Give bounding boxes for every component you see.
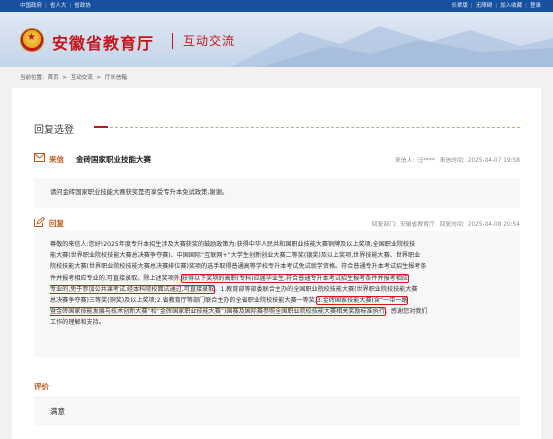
breadcrumb: 当前位置: 首页 > 互动交流 > 厅长信箱	[20, 73, 129, 81]
highlighted-text: 3.金砖国家技能大赛(含“一带一路	[315, 296, 409, 306]
breadcrumb-mailbox[interactable]: 厅长信箱	[105, 75, 127, 81]
top-right-links: 长辈版 | 无障碍 | 加入收藏 | 登录	[451, 3, 541, 9]
top-utility-bar: 中国政府 | 省人大 | 省政协 长辈版 | 无障碍 | 加入收藏 | 登录	[0, 0, 553, 12]
evaluation-value: 满意	[34, 396, 520, 426]
breadcrumb-home[interactable]: 首页	[48, 75, 59, 81]
letter-time-label: 来信时间:	[439, 158, 465, 164]
section-accent	[94, 126, 108, 128]
breadcrumb-sep: >	[96, 75, 102, 81]
breadcrumb-sep: >	[62, 75, 67, 81]
sender-name: 汪****	[417, 158, 435, 164]
evaluation-title: 评价	[34, 382, 49, 391]
reply-time-label: 回复时间:	[439, 222, 465, 228]
reply-header: 回复 回复部门: 安徽省教育厅 回复时间: 2025-04-08 20:54	[34, 216, 520, 230]
reply-tag: 回复	[49, 219, 64, 228]
sender-label: 来信人:	[394, 158, 415, 164]
breadcrumb-label: 当前位置:	[20, 75, 44, 81]
letter-subject: 金砖国家职业技能大赛	[76, 155, 151, 164]
reply-meta: 回复部门: 安徽省教育厅 回复时间: 2025-04-08 20:54	[369, 219, 520, 228]
reply-text: 尊敬的来信人:您好!2025年度专升本招生涉及大赛获奖的鼓励政策为:获得中华人民…	[50, 241, 416, 248]
reply-line: 专业的,免于参加公共课考试,经本科院校面试通过,可直接录取。1.教育部等部委联合…	[50, 284, 514, 295]
reply-text: 件并报考相应专业的,可直接录取。除上述奖项外,	[50, 274, 182, 282]
reply-text: 院校技能大赛(世界职业院校技能大赛总决赛排位赛)奖项的选手取得普通高等学校专升本…	[50, 263, 427, 271]
top-link-cppcc[interactable]: 省政协	[74, 3, 91, 9]
reply-line: 件并报考相应专业的,可直接录取。除上述奖项外,获得以下奖项的高职(专科)应届毕业…	[50, 273, 514, 284]
reply-line: 暨金砖国家技能发展与技术创新大赛”和“金砖国家职业技能大赛”)国赛及国际赛参照全…	[50, 306, 514, 317]
reply-dept: 安徽省教育厅	[399, 222, 435, 228]
letter-meta: 来信人: 汪**** 来信时间: 2025-04-07 19:58	[392, 155, 520, 164]
section-title: 回复选登	[34, 125, 74, 136]
reply-line: 能大赛(世界职业院校技能大赛总决赛争夺赛)、中国国际“互联网+”大学生创新创业大…	[50, 250, 514, 261]
login-link[interactable]: 登录	[530, 3, 541, 9]
reply-text: 能大赛(世界职业院校技能大赛总决赛争夺赛)、中国国际“互联网+”大学生创新创业大…	[50, 252, 421, 260]
highlighted-text: 获得以下奖项的高职(专科)应届毕业生,符合普通专升本考试招生报考条件并报考相应	[180, 273, 409, 283]
reply-text: 。感谢您对我们	[384, 308, 428, 316]
reply-content: 尊敬的来信人:您好!2025年度专升本招生涉及大赛获奖的鼓励政策为:获得中华人民…	[34, 231, 520, 357]
reply-text: 工作的理解和支持。	[50, 319, 105, 327]
elder-mode-link[interactable]: 长辈版	[451, 3, 468, 9]
reply-icon	[34, 217, 45, 227]
reply-dept-label: 回复部门:	[371, 222, 397, 228]
reply-text: 。1.教育部等部委联合主办的全国职业院校技能大赛(世界职业院校技能大赛	[214, 285, 418, 293]
site-subtitle: 互动交流	[183, 34, 236, 48]
highlighted-text: 专业的,免于参加公共课考试,经本科院校面试通过,可直接录取	[50, 284, 216, 294]
top-left-links: 中国政府 | 省人大 | 省政协	[20, 3, 91, 9]
letter-time: 2025-04-07 19:58	[467, 158, 520, 164]
bookmark-link[interactable]: 加入收藏	[500, 3, 522, 9]
reply-text: 总决赛争夺赛)三等奖(铜奖)及以上奖项;2.省教育厅等部门联合主办的全省职业院校…	[50, 297, 317, 305]
mail-icon	[34, 153, 45, 162]
site-banner: 安徽省教育厅 互动交流	[0, 12, 553, 67]
top-link-npc[interactable]: 省人大	[50, 3, 67, 9]
letter-header: 来信 金砖国家职业技能大赛 来信人: 汪**** 来信时间: 2025-04-07 …	[34, 152, 520, 166]
site-title[interactable]: 安徽省教育厅	[52, 30, 154, 54]
highlighted-text: 暨金砖国家技能发展与技术创新大赛”和“金砖国家职业技能大赛”)国赛及国际赛参照全…	[50, 307, 386, 317]
reply-line: 工作的理解和支持。	[50, 317, 514, 328]
reply-time: 2025-04-08 20:54	[467, 222, 520, 228]
letter-tag: 来信	[49, 155, 64, 164]
accessibility-link[interactable]: 无障碍	[476, 3, 493, 9]
content-card: 回复选登 来信 金砖国家职业技能大赛 来信人: 汪**** 来信时间: 2025-0…	[12, 88, 541, 439]
title-divider	[172, 33, 173, 49]
national-emblem-icon	[20, 28, 44, 52]
reply-line: 院校技能大赛(世界职业院校技能大赛总决赛排位赛)奖项的选手取得普通高等学校专升本…	[50, 261, 514, 272]
section-divider	[110, 127, 520, 128]
reply-line: 总决赛争夺赛)三等奖(铜奖)及以上奖项;2.省教育厅等部门联合主办的全省职业院校…	[50, 295, 514, 306]
reply-line: 尊敬的来信人:您好!2025年度专升本招生涉及大赛获奖的鼓励政策为:获得中华人民…	[50, 239, 514, 250]
top-link-gov[interactable]: 中国政府	[20, 3, 42, 9]
breadcrumb-interaction[interactable]: 互动交流	[71, 75, 93, 81]
letter-content: 请问金砖国家职业技能大赛获奖是否享受专升本免试政策,谢谢。	[34, 178, 520, 208]
